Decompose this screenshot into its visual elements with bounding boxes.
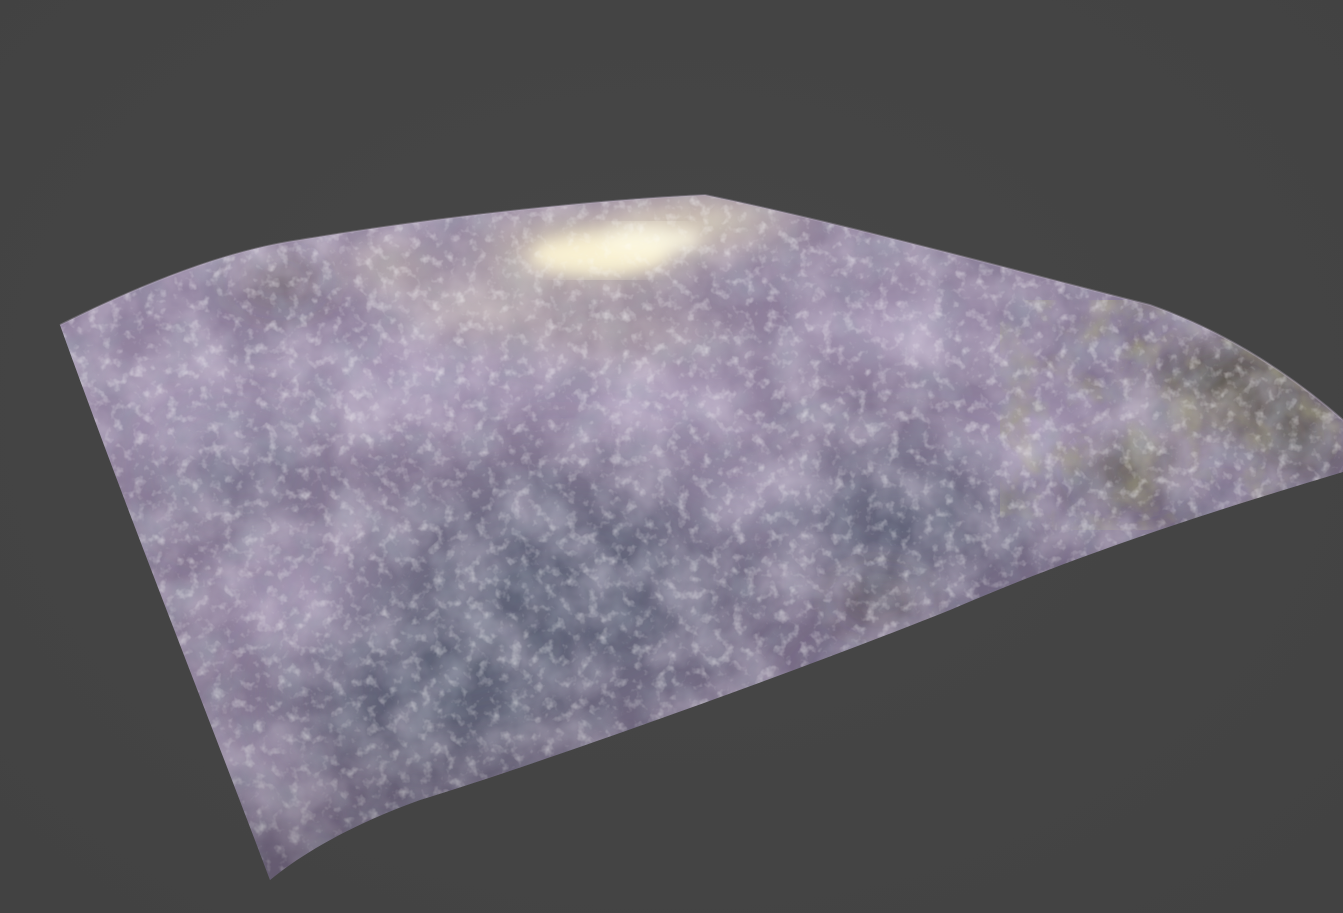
3d-viewport[interactable] [0, 0, 1343, 913]
viewport-scene [59, 193, 1343, 880]
